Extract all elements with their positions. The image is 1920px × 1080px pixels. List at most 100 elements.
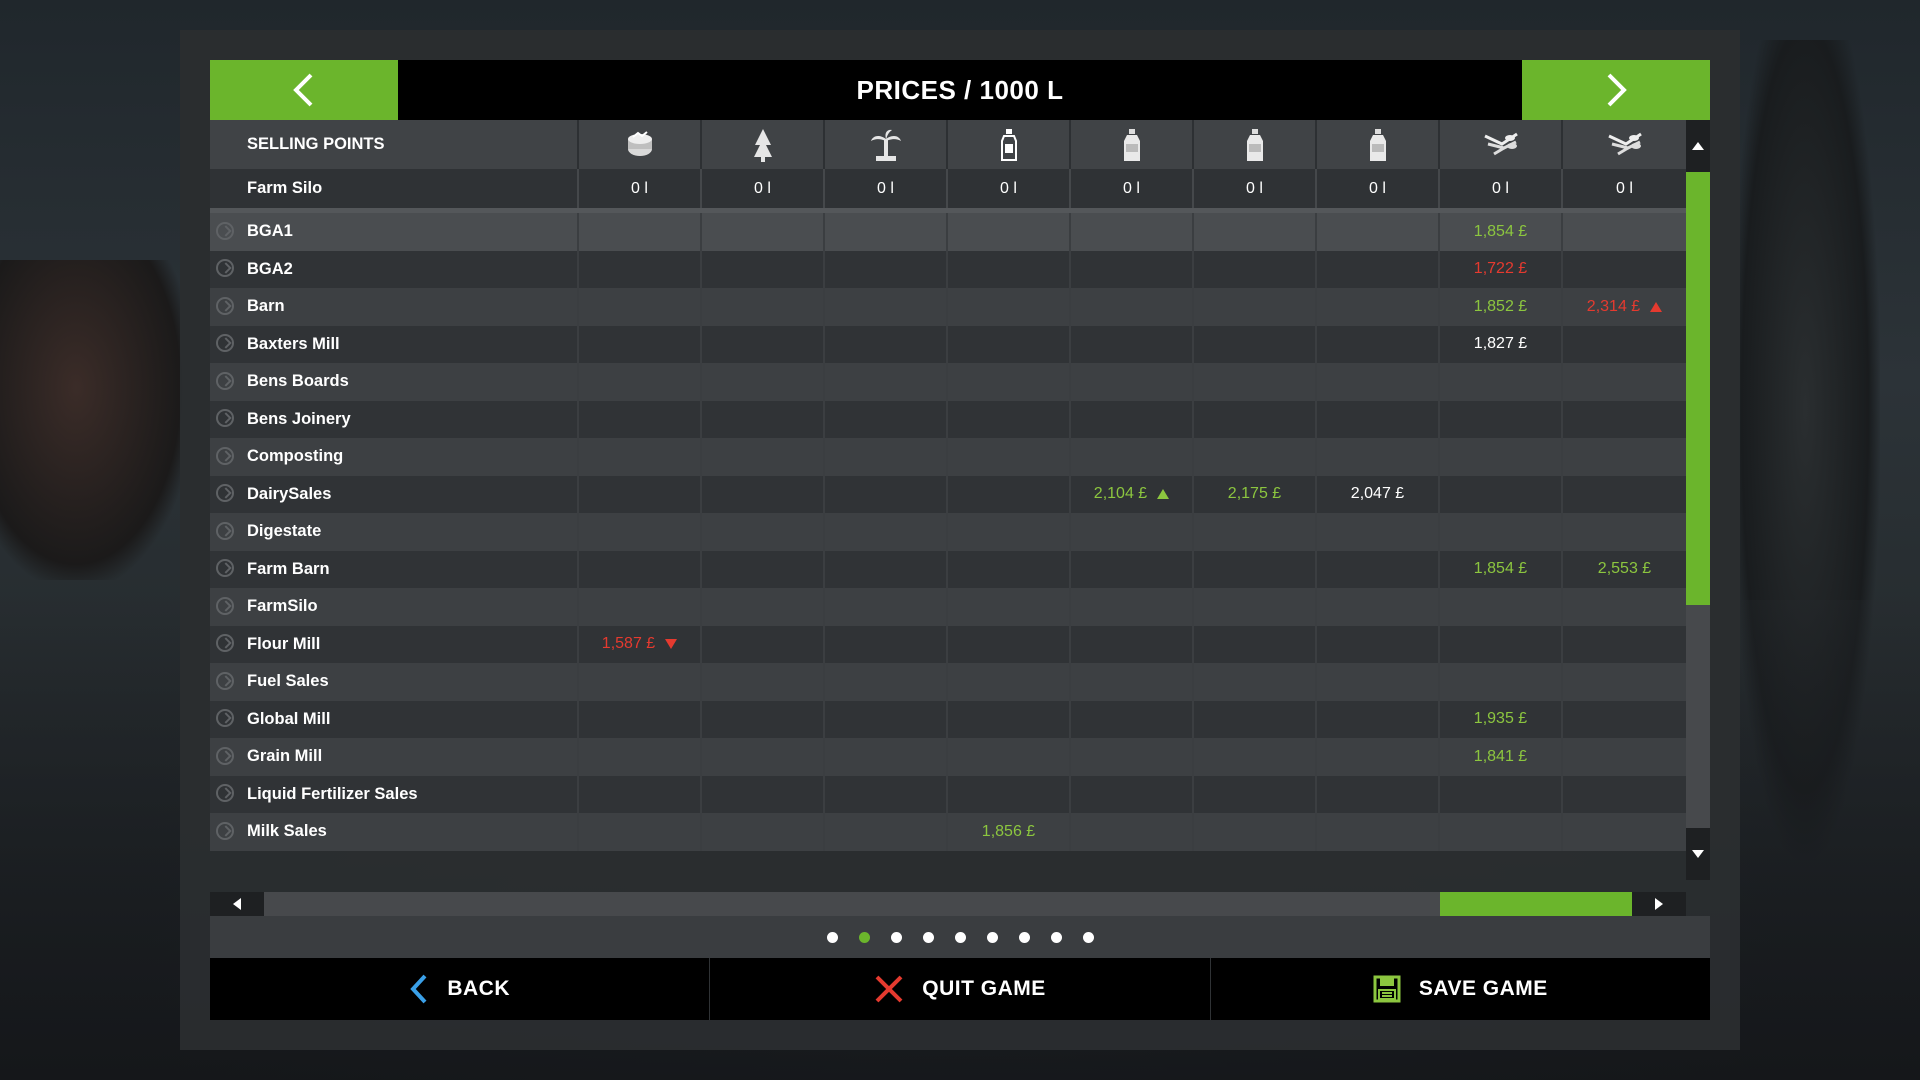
price-cell [702, 588, 825, 626]
price-cell [1563, 626, 1686, 664]
page-dot[interactable] [826, 931, 838, 943]
table-row[interactable]: DairySales 2,104 £ 2,175 £ 2,047 £ [210, 475, 1686, 514]
column-header[interactable] [1071, 120, 1194, 169]
horizontal-scroll-thumb[interactable] [1440, 892, 1632, 916]
column-header[interactable] [1194, 120, 1317, 169]
table-row[interactable]: Milk Sales 1,856 £ [210, 813, 1686, 851]
price-cell [1317, 325, 1440, 363]
price-value: 1,935 £ [1473, 710, 1528, 728]
price-cell [579, 475, 702, 513]
price-cell [1317, 363, 1440, 401]
vertical-scrollbar[interactable] [1686, 120, 1710, 880]
scroll-left-button[interactable] [210, 892, 264, 916]
selling-point-name: Milk Sales [210, 813, 579, 851]
page-dot[interactable] [1018, 931, 1030, 943]
page-dot[interactable] [986, 931, 998, 943]
price-cell [702, 738, 825, 776]
table-row[interactable]: Baxters Mill 1,827 £ [210, 325, 1686, 363]
vertical-scroll-thumb[interactable] [1686, 172, 1710, 605]
horizontal-scroll-track[interactable] [264, 892, 1632, 916]
price-cell [948, 700, 1071, 738]
previous-page-button[interactable] [210, 60, 398, 120]
price-cell: 2,104 £ [1071, 475, 1194, 513]
selling-point-label: Global Mill [247, 709, 331, 728]
price-cell [825, 288, 948, 326]
page-dot[interactable] [954, 931, 966, 943]
selling-point-icon [216, 559, 234, 578]
table-row[interactable]: Composting [210, 438, 1686, 476]
price-value: 2,175 £ [1227, 485, 1282, 503]
page-dot[interactable] [890, 931, 902, 943]
price-cell [948, 550, 1071, 588]
table-row[interactable]: Bens Boards [210, 363, 1686, 401]
milk-bottle-icon [1246, 128, 1263, 161]
price-cell [1563, 438, 1686, 476]
save-game-button[interactable]: SAVE GAME [1211, 958, 1710, 1020]
price-cell [1440, 625, 1563, 663]
column-header[interactable] [1563, 120, 1686, 169]
table-row[interactable]: Flour Mill 1,587 £ [210, 625, 1686, 664]
selling-point-icon [216, 596, 234, 615]
price-cell [1071, 625, 1194, 663]
price-value: 1,827 £ [1473, 335, 1528, 353]
price-cell [1194, 663, 1317, 701]
chevron-right-icon [1607, 73, 1627, 107]
price-cell [1071, 588, 1194, 626]
column-header[interactable] [702, 120, 825, 169]
price-cell [702, 325, 825, 363]
table-row[interactable]: Bens Joinery [210, 400, 1686, 438]
price-cell [825, 475, 948, 513]
column-header[interactable] [1317, 120, 1440, 169]
selling-point-label: BGA1 [247, 222, 293, 241]
page-dot[interactable] [922, 931, 934, 943]
price-cell [948, 625, 1071, 663]
selling-point-icon [216, 409, 234, 428]
column-header[interactable] [825, 120, 948, 169]
table-row[interactable]: Barn 1,852 £ 2,314 £ [210, 288, 1686, 326]
price-cell [1563, 213, 1686, 251]
price-cell [702, 513, 825, 551]
price-cell: 2,175 £ [1194, 475, 1317, 513]
horizontal-scrollbar[interactable] [210, 892, 1686, 916]
page-dot[interactable] [858, 931, 870, 943]
milk-bottle-icon [1369, 128, 1386, 161]
triangle-up-icon [1692, 142, 1704, 150]
price-cell [825, 813, 948, 851]
selling-point-label: BGA2 [247, 259, 293, 278]
table-row[interactable]: Global Mill 1,935 £ [210, 700, 1686, 738]
page-dot[interactable] [1050, 931, 1062, 943]
price-cell [1071, 288, 1194, 326]
vertical-scroll-track[interactable] [1686, 172, 1710, 828]
triangle-left-icon [233, 898, 241, 910]
price-cell [1317, 550, 1440, 588]
price-cell [1317, 513, 1440, 551]
farm-silo-value: 0 l [702, 169, 825, 208]
table-row[interactable]: Fuel Sales [210, 663, 1686, 701]
price-cell [1563, 476, 1686, 514]
scroll-right-button[interactable] [1632, 892, 1686, 916]
table-row[interactable]: Digestate [210, 513, 1686, 551]
farm-silo-value: 0 l [1194, 169, 1317, 208]
table-row[interactable]: Grain Mill 1,841 £ [210, 738, 1686, 776]
column-header[interactable] [1440, 120, 1563, 169]
table-row[interactable]: Liquid Fertilizer Sales [210, 775, 1686, 814]
price-cell [948, 213, 1071, 251]
selling-point-label: Flour Mill [247, 634, 321, 653]
scroll-up-button[interactable] [1686, 120, 1710, 172]
scroll-down-button[interactable] [1686, 828, 1710, 880]
column-header[interactable] [948, 120, 1071, 169]
page-dot[interactable] [1082, 931, 1094, 943]
price-cell [948, 250, 1071, 288]
table-row[interactable]: Farm Barn 1,854 £ 2,553 £ [210, 550, 1686, 588]
column-header[interactable] [579, 120, 702, 169]
next-page-button[interactable] [1522, 60, 1710, 120]
price-cell [1194, 250, 1317, 288]
table-row[interactable]: FarmSilo [210, 588, 1686, 626]
quit-game-button[interactable]: QUIT GAME [710, 958, 1211, 1020]
back-button[interactable]: BACK [210, 958, 711, 1020]
bottle-icon [1000, 128, 1017, 161]
table-row[interactable]: BGA1 1,854 £ [210, 213, 1686, 251]
table-row[interactable]: BGA2 1,722 £ [210, 250, 1686, 288]
price-cell [1563, 776, 1686, 814]
selling-point-label: FarmSilo [247, 597, 318, 616]
